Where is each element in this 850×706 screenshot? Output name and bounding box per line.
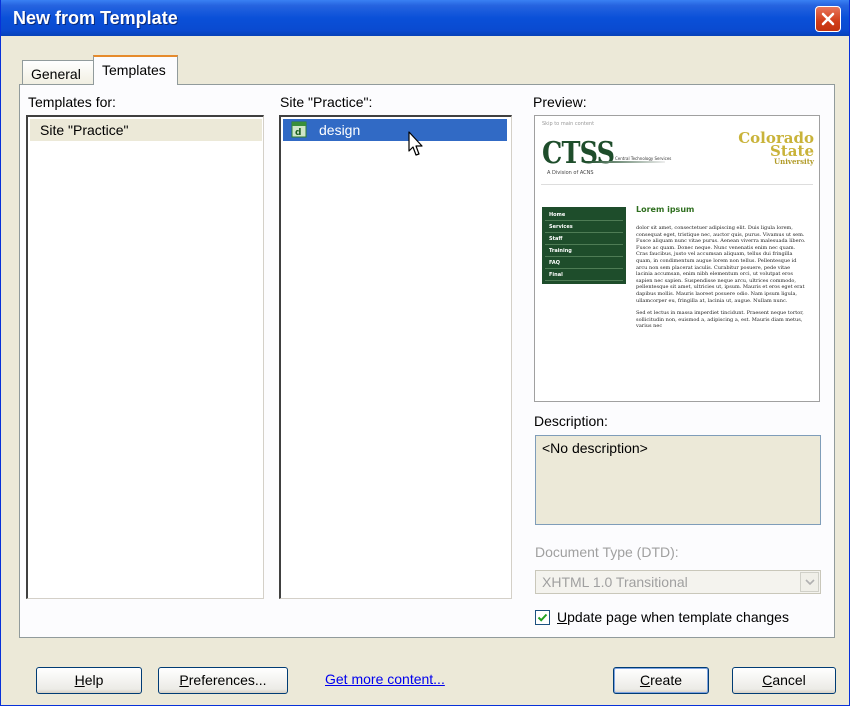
close-button[interactable] (815, 6, 841, 32)
site-templates-list[interactable]: d design (279, 115, 512, 599)
templates-for-label: Templates for: (28, 94, 116, 110)
update-page-checkbox[interactable] (535, 610, 550, 625)
checkmark-icon (537, 613, 548, 622)
help-text: elp (84, 672, 104, 688)
create-button[interactable]: Create (613, 667, 709, 694)
update-label-accesskey: U (557, 609, 568, 625)
tab-general[interactable]: General (22, 60, 94, 84)
update-page-label[interactable]: Update page when template changes (557, 609, 789, 625)
close-icon (821, 12, 835, 26)
doctype-select[interactable]: XHTML 1.0 Transitional (535, 570, 821, 594)
title-bar: New from Template (1, 0, 849, 36)
create-accesskey: C (639, 672, 651, 688)
svg-text:d: d (295, 128, 301, 138)
preview-nav-item: Home (545, 210, 623, 221)
template-file-icon: d (291, 121, 307, 138)
doctype-dropdown-button[interactable] (800, 572, 819, 592)
preview-logo-underline (585, 161, 665, 163)
preview-nav-item: FAQ (545, 258, 623, 269)
preview-skip-link: Skip to main content (542, 121, 595, 127)
list-item-design[interactable]: d design (283, 119, 507, 156)
dialog-title: New from Template (13, 8, 178, 28)
preview-nav-item: Final (545, 270, 623, 281)
preview-nav: Home Services Staff Training FAQ Final (542, 207, 626, 284)
description-label: Description: (534, 413, 608, 429)
templates-for-list[interactable]: Site "Practice" (26, 115, 264, 599)
preview-divider (541, 184, 813, 185)
csu-line3: University (774, 157, 814, 166)
preferences-text: references... (188, 672, 267, 688)
cancel-button[interactable]: Cancel (732, 667, 836, 694)
preview-logo-small: Central Technology Services (615, 156, 672, 161)
preview-ctss-logo: CTSS (542, 136, 615, 171)
list-item-site-practice[interactable]: Site "Practice" (30, 119, 262, 141)
preview-nav-item: Training (545, 246, 623, 257)
cancel-accesskey: C (762, 672, 773, 688)
new-from-template-dialog: New from Template General Templates Temp… (0, 0, 850, 706)
preview-logo-sub: A Division of ACNS (547, 170, 594, 176)
help-button[interactable]: Help (36, 667, 142, 694)
template-preview: Skip to main content CTSS Central Techno… (534, 115, 820, 402)
design-label: design (319, 122, 361, 138)
mouse-cursor-icon (408, 131, 423, 156)
preview-heading: Lorem ipsum (636, 205, 695, 214)
preview-paragraph: Sed et lectus in massa imperdiet tincidu… (636, 310, 804, 330)
cancel-text: ancel (772, 672, 806, 688)
get-more-content-link[interactable]: Get more content... (325, 671, 445, 687)
preview-paragraph: dolor sit amet, consectetuer adipiscing … (636, 225, 806, 304)
doctype-label: Document Type (DTD): (535, 544, 679, 560)
create-text: reate (650, 672, 683, 688)
preview-csu-logo: Colorado State University (724, 131, 814, 166)
chevron-down-icon (805, 579, 815, 586)
help-accesskey: H (74, 672, 85, 688)
preview-nav-item: Services (545, 222, 623, 233)
tab-templates[interactable]: Templates (93, 55, 178, 85)
description-field: <No description> (535, 435, 821, 525)
update-label-text: pdate page when template changes (567, 609, 789, 625)
site-practice-label: Site "Practice": (280, 94, 373, 110)
preview-nav-item: Staff (545, 234, 623, 245)
preview-body: dolor sit amet, consectetuer adipiscing … (636, 225, 808, 336)
preview-label: Preview: (533, 94, 587, 110)
doctype-value: XHTML 1.0 Transitional (542, 574, 688, 590)
preferences-accesskey: P (179, 672, 189, 688)
preferences-button[interactable]: Preferences... (158, 667, 288, 694)
